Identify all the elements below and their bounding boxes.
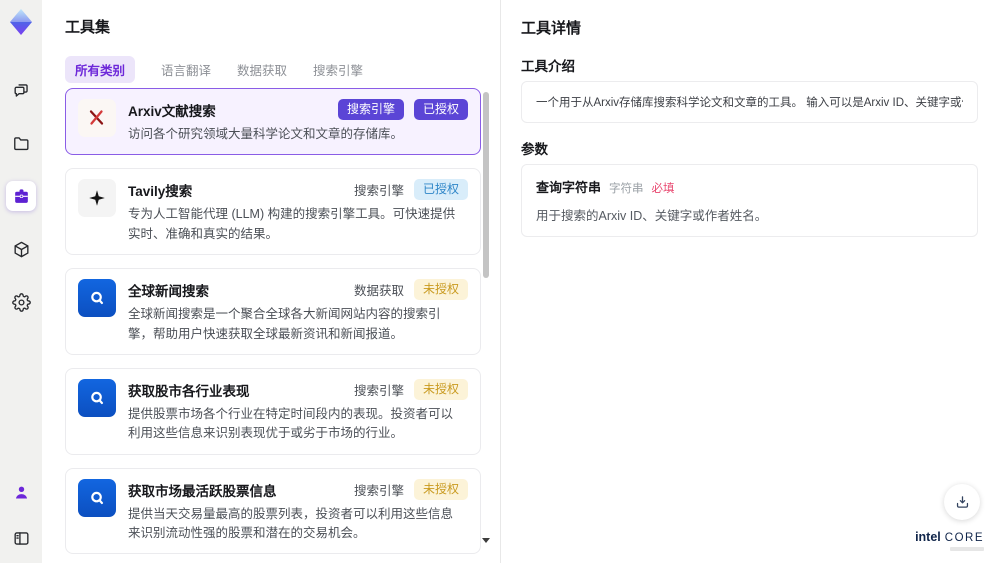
tab-data-acquisition[interactable]: 数据获取 — [237, 56, 287, 83]
sidebar-nav — [6, 75, 36, 317]
tool-details-panel: 工具详情 工具介绍 一个用于从Arxiv存储库搜索科学论文和文章的工具。 输入可… — [500, 0, 1000, 563]
tool-description: 专为人工智能代理 (LLM) 构建的搜索引擎工具。可快速提供实时、准确和真实的结… — [128, 207, 456, 241]
tool-card-sector-performance[interactable]: 获取股市各行业表现 搜索引擎 未授权 提供股票市场各个行业在特定时间段内的表现。… — [65, 367, 481, 455]
brand-core: core — [944, 532, 984, 544]
parameter-box: 查询字符串 字符串 必填 用于搜索的Arxiv ID、关键字或作者姓名。 — [521, 164, 978, 237]
tools-panel: 工具集 所有类别 语言翻译 数据获取 搜索引擎 Arxiv文献搜索 搜索引擎 已… — [42, 0, 500, 563]
icon-sidebar — [0, 0, 42, 563]
scrollbar-thumb[interactable] — [483, 92, 489, 278]
toolbox-icon[interactable] — [6, 181, 36, 211]
tool-description: 全球新闻搜索是一个聚合全球各大新闻网站内容的搜索引擎，帮助用户快速获取全球最新资… — [128, 307, 441, 341]
page-title: 工具集 — [65, 19, 111, 36]
auth-status-badge: 已授权 — [413, 179, 468, 201]
tool-card-tavily[interactable]: Tavily搜索 搜索引擎 已授权 专为人工智能代理 (LLM) 构建的搜索引擎… — [65, 168, 481, 256]
chat-icon[interactable] — [6, 75, 36, 105]
tool-list: Arxiv文献搜索 搜索引擎 已授权 访问各个研究领域大量科学论文和文章的存储库… — [65, 88, 481, 563]
brand-intel: intel — [915, 530, 941, 544]
brand-underline — [950, 547, 984, 551]
settings-gear-icon[interactable] — [6, 287, 36, 317]
category-label: 搜索引擎 — [353, 184, 404, 199]
app-window: 工具集 所有类别 语言翻译 数据获取 搜索引擎 Arxiv文献搜索 搜索引擎 已… — [0, 0, 1000, 563]
category-label: 搜索引擎 — [353, 483, 404, 498]
news-search-icon — [78, 279, 116, 318]
intel-core-logo: intel core — [915, 530, 984, 551]
download-icon — [956, 495, 968, 508]
folder-icon[interactable] — [6, 128, 36, 158]
auth-status-badge: 未授权 — [413, 279, 468, 301]
tab-language-translation[interactable]: 语言翻译 — [161, 56, 211, 83]
intro-box: 一个用于从Arxiv存储库搜索科学论文和文章的工具。 输入可以是Arxiv ID… — [521, 81, 978, 123]
tab-all-categories[interactable]: 所有类别 — [65, 56, 136, 83]
intro-section-title: 工具介绍 — [521, 59, 575, 74]
tool-title: Tavily搜索 — [128, 184, 193, 200]
download-button[interactable] — [944, 484, 980, 520]
category-label: 数据获取 — [353, 284, 404, 299]
tool-title: 获取市场最活跃股票信息 — [128, 483, 277, 499]
auth-status-badge: 未授权 — [413, 378, 468, 400]
tool-card-global-news[interactable]: 全球新闻搜索 数据获取 未授权 全球新闻搜索是一个聚合全球各大新闻网站内容的搜索… — [65, 268, 481, 355]
sidebar-bottom — [6, 477, 36, 553]
tool-description: 提供股票市场各个行业在特定时间段内的表现。投资者可以利用这些信息来识别表现优于或… — [128, 406, 454, 441]
tool-title: Arxiv文献搜索 — [128, 104, 216, 119]
param-required-tag: 必填 — [651, 183, 675, 195]
collapse-panel-icon[interactable] — [6, 523, 36, 553]
category-badge: 搜索引擎 — [337, 99, 404, 120]
tool-description: 提供当天交易量最高的股票列表，投资者可以利用这些信息来识别流动性强的股票和潜在的… — [128, 506, 454, 540]
sparkle-icon — [78, 179, 116, 218]
auth-status-badge: 未授权 — [413, 478, 468, 500]
list-scrollbar[interactable] — [483, 90, 489, 537]
category-tabs: 所有类别 语言翻译 数据获取 搜索引擎 — [65, 56, 363, 83]
scroll-down-icon[interactable] — [482, 538, 490, 543]
tool-card-arxiv[interactable]: Arxiv文献搜索 搜索引擎 已授权 访问各个研究领域大量科学论文和文章的存储库… — [65, 88, 481, 156]
auth-status-badge: 已授权 — [413, 99, 468, 120]
tool-title: 全球新闻搜索 — [128, 284, 209, 300]
package-icon[interactable] — [6, 234, 36, 264]
stock-search-icon — [78, 478, 116, 517]
market-search-icon — [78, 378, 116, 417]
tool-description: 访问各个研究领域大量科学论文和文章的存储库。 — [128, 127, 404, 141]
params-section-title: 参数 — [521, 142, 548, 157]
app-logo-icon — [6, 7, 36, 37]
param-description: 用于搜索的Arxiv ID、关键字或作者姓名。 — [536, 209, 768, 223]
user-icon[interactable] — [6, 477, 36, 507]
param-type: 字符串 — [609, 183, 644, 195]
tool-title: 获取股市各行业表现 — [128, 383, 250, 399]
tool-card-active-stocks[interactable]: 获取市场最活跃股票信息 搜索引擎 未授权 提供当天交易量最高的股票列表，投资者可… — [65, 467, 481, 555]
tab-search-engine[interactable]: 搜索引擎 — [313, 56, 363, 83]
category-label: 搜索引擎 — [353, 383, 404, 398]
arxiv-icon — [78, 99, 116, 137]
param-name: 查询字符串 — [536, 180, 602, 195]
details-title: 工具详情 — [521, 20, 582, 37]
intro-text: 一个用于从Arxiv存储库搜索科学论文和文章的工具。 输入可以是Arxiv ID… — [536, 97, 963, 109]
